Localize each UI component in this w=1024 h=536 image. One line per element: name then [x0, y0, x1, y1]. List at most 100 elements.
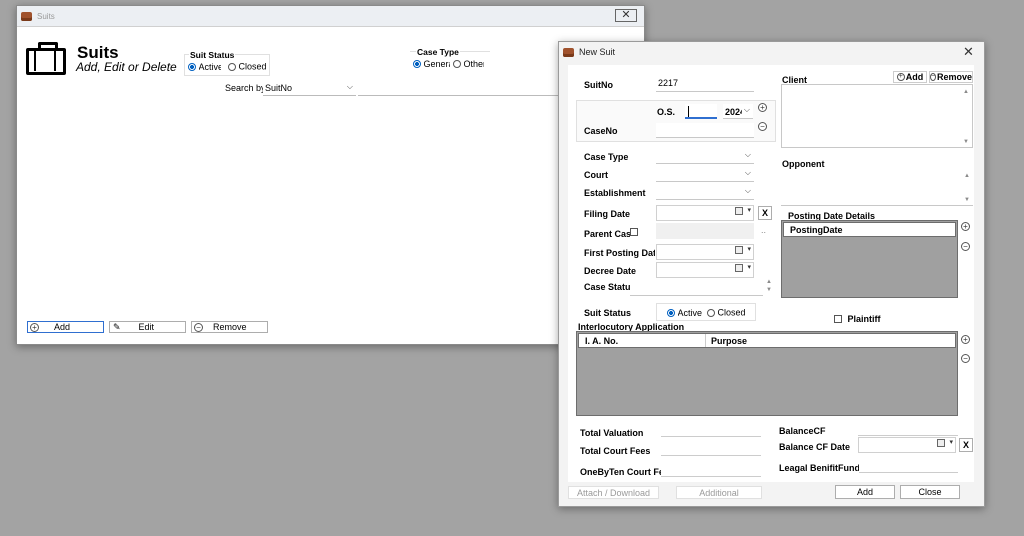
- scroll-down-icon[interactable]: ▼: [766, 287, 772, 293]
- case-year-select[interactable]: 2024 ⌵: [723, 104, 753, 119]
- add-interlocutory-icon[interactable]: +: [961, 335, 970, 344]
- caret-down-icon: ▾: [949, 439, 953, 446]
- parent-case-browse[interactable]: ..: [761, 225, 766, 235]
- add-button[interactable]: Add: [835, 485, 895, 499]
- balance-cf-date-label: Balance CF Date: [779, 442, 851, 452]
- radio-active[interactable]: [667, 308, 675, 317]
- case-type-label: Case Type: [416, 47, 460, 57]
- opponent-list[interactable]: ▲ ▼: [781, 169, 973, 206]
- suit-status-group: Suit Status Active Closed: [184, 50, 270, 76]
- total-court-fees-label: Total Court Fees: [580, 446, 651, 456]
- remove-case-no-icon[interactable]: −: [758, 122, 767, 131]
- caret-down-icon: ▾: [747, 207, 751, 214]
- column-divider: [705, 334, 706, 347]
- remove-posting-date-icon[interactable]: −: [961, 242, 970, 251]
- balance-cf-date-picker[interactable]: ▾: [858, 437, 956, 453]
- case-status-input[interactable]: [630, 278, 763, 296]
- balance-cf-label: BalanceCF: [779, 426, 826, 436]
- suit-status-label: Suit Status: [584, 308, 632, 318]
- suit-status-closed-option[interactable]: Closed: [228, 61, 267, 72]
- text-cursor: [688, 106, 689, 117]
- parent-case-checkbox[interactable]: [630, 228, 638, 236]
- add-suit-button[interactable]: + Add: [27, 321, 104, 333]
- suit-status-group: Active Closed: [656, 303, 756, 321]
- total-valuation-input[interactable]: [661, 421, 761, 437]
- suits-titlebar: Suits: [17, 6, 644, 27]
- total-court-fees-input[interactable]: [661, 439, 761, 456]
- add-case-no-icon[interactable]: +: [758, 103, 767, 112]
- first-posting-date-label: First Posting Date: [584, 248, 655, 258]
- radio-closed[interactable]: [707, 308, 715, 317]
- first-posting-date-picker[interactable]: ▾: [656, 244, 754, 260]
- suit-status-closed-option[interactable]: Closed: [707, 307, 746, 318]
- radio-closed[interactable]: [228, 62, 236, 71]
- additional-button[interactable]: Additional: [676, 486, 762, 499]
- ia-no-column: I. A. No.: [585, 336, 619, 346]
- chevron-down-icon: ⌵: [744, 168, 751, 177]
- legal-benefit-fund-input[interactable]: [859, 458, 958, 473]
- minus-circle-icon: −: [929, 73, 937, 81]
- case-prefix-label: O.S.: [657, 107, 676, 117]
- edit-suit-button[interactable]: ✎ Edit: [109, 321, 186, 333]
- plaintiff-checkbox[interactable]: [834, 314, 842, 323]
- interlocutory-grid[interactable]: I. A. No. Purpose: [576, 331, 958, 416]
- chevron-down-icon: ⌵: [744, 150, 751, 159]
- plus-circle-icon: +: [30, 322, 39, 332]
- one-by-ten-label: OneByTen Court Fees: [580, 467, 661, 477]
- case-no-input[interactable]: [656, 123, 754, 138]
- remove-client-button[interactable]: − Remove: [929, 71, 973, 83]
- search-input[interactable]: [358, 81, 558, 96]
- radio-active[interactable]: [188, 62, 196, 71]
- client-list[interactable]: ▲ ▼: [781, 84, 973, 148]
- clear-balance-cf-date-button[interactable]: X: [959, 438, 973, 452]
- add-posting-date-icon[interactable]: +: [961, 222, 970, 231]
- suit-status-active-option[interactable]: Active: [188, 61, 221, 72]
- new-suit-titlebar: New Suit: [559, 42, 984, 62]
- one-by-ten-input[interactable]: [661, 460, 761, 477]
- legal-benefit-fund-label: Leagal BenifitFund: [779, 463, 859, 473]
- suit-status-active-option[interactable]: Active: [667, 307, 702, 318]
- suits-window-title: Suits: [37, 11, 55, 21]
- remove-interlocutory-icon[interactable]: −: [961, 354, 970, 363]
- caret-down-icon: ▾: [747, 246, 751, 253]
- decree-date-picker[interactable]: ▾: [656, 262, 754, 278]
- briefcase-icon: [26, 42, 66, 75]
- close-button[interactable]: Close: [900, 485, 960, 499]
- suits-close-button[interactable]: ✕: [615, 9, 637, 22]
- scroll-up-icon[interactable]: ▲: [964, 173, 970, 179]
- filing-date-picker[interactable]: ▾: [656, 205, 754, 221]
- scroll-down-icon[interactable]: ▼: [964, 197, 970, 203]
- scroll-up-icon[interactable]: ▲: [963, 89, 969, 95]
- new-suit-close-icon[interactable]: ✕: [963, 44, 974, 60]
- purpose-column: Purpose: [711, 336, 748, 346]
- posting-date-column: PostingDate: [790, 225, 843, 235]
- scroll-down-icon[interactable]: ▼: [963, 139, 969, 145]
- parent-case-input: [656, 223, 754, 239]
- suit-status-label: Suit Status: [189, 50, 236, 60]
- case-number-input[interactable]: [685, 104, 717, 119]
- case-type-other-option[interactable]: Other: [453, 58, 484, 69]
- add-client-button[interactable]: + Add: [893, 71, 927, 83]
- attach-download-button[interactable]: Attach / Download: [568, 486, 659, 499]
- pencil-icon: ✎: [113, 321, 121, 332]
- suit-no-input[interactable]: 2217: [656, 77, 754, 92]
- plaintiff-checkbox-row[interactable]: Plaintiff: [834, 313, 881, 324]
- new-suit-title: New Suit: [579, 47, 616, 57]
- radio-other[interactable]: [453, 59, 461, 68]
- case-type-select[interactable]: ⌵: [656, 149, 754, 164]
- case-type-general-option[interactable]: General: [413, 58, 450, 69]
- scroll-up-icon[interactable]: ▲: [766, 279, 772, 285]
- suits-window: Suits ✕ Suits Add, Edit or Delete Suit S…: [16, 5, 645, 345]
- search-by-select[interactable]: SuitNo ⌵: [263, 81, 356, 96]
- radio-general[interactable]: [413, 59, 421, 68]
- opponent-label: Opponent: [782, 159, 825, 169]
- parent-case-label: Parent Case: [584, 229, 630, 239]
- posting-date-grid[interactable]: PostingDate: [781, 220, 958, 298]
- balance-cf-input[interactable]: [858, 421, 958, 436]
- court-select[interactable]: ⌵: [656, 167, 754, 182]
- case-status-label: Case Status: [584, 282, 630, 292]
- remove-suit-button[interactable]: − Remove: [191, 321, 268, 333]
- court-label: Court: [584, 170, 608, 180]
- clear-filing-date-button[interactable]: X: [758, 206, 772, 220]
- establishment-select[interactable]: ⌵: [656, 185, 754, 200]
